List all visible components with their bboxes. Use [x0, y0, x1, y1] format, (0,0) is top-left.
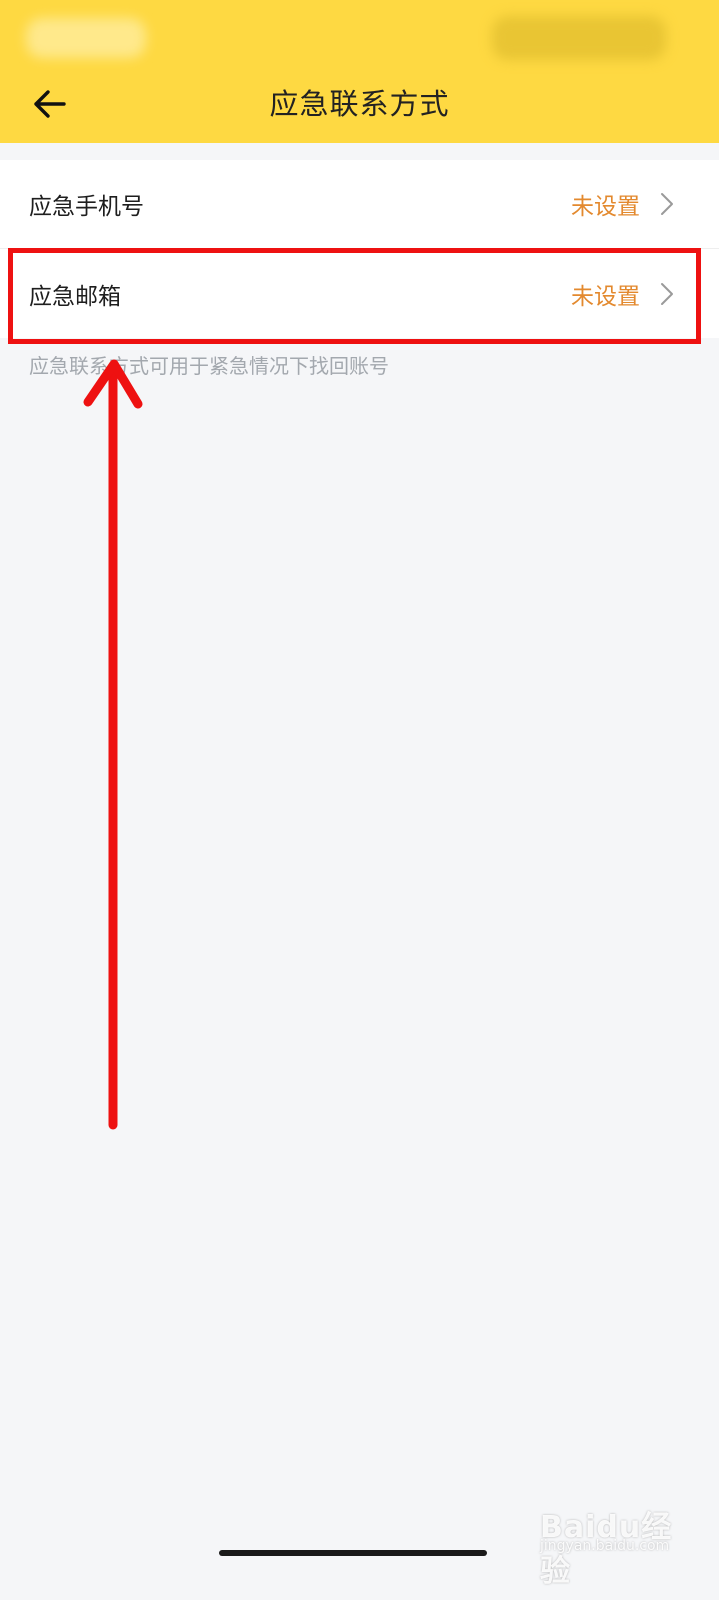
- emergency-phone-status: 未设置: [571, 194, 640, 220]
- chevron-right-icon: [661, 283, 673, 305]
- emergency-phone-row[interactable]: 应急手机号 未设置: [0, 160, 719, 248]
- top-header: 应急联系方式: [0, 0, 719, 143]
- emergency-email-status: 未设置: [571, 284, 640, 310]
- hint-text: 应急联系方式可用于紧急情况下找回账号: [29, 354, 389, 378]
- row-divider: [0, 248, 719, 249]
- contact-settings-card: 应急手机号 未设置 应急邮箱 未设置: [0, 160, 719, 338]
- home-indicator[interactable]: [219, 1550, 487, 1556]
- emergency-email-row[interactable]: 应急邮箱 未设置: [0, 250, 719, 338]
- page-title: 应急联系方式: [269, 87, 450, 121]
- status-bar-time-blurred: [26, 18, 146, 58]
- app-screen: 应急联系方式 应急手机号 未设置 应急邮箱 未设置 应急联系方式可用于紧急情况下…: [0, 0, 719, 1600]
- status-bar-icons-blurred: [492, 16, 666, 60]
- chevron-right-icon: [661, 193, 673, 215]
- watermark-url: jingyan.baidu.com: [540, 1538, 670, 1554]
- baidu-jingyan-watermark: Baidu经验 jingyan.baidu.com: [540, 1488, 680, 1589]
- emergency-email-label: 应急邮箱: [29, 284, 121, 310]
- emergency-phone-label: 应急手机号: [29, 194, 144, 220]
